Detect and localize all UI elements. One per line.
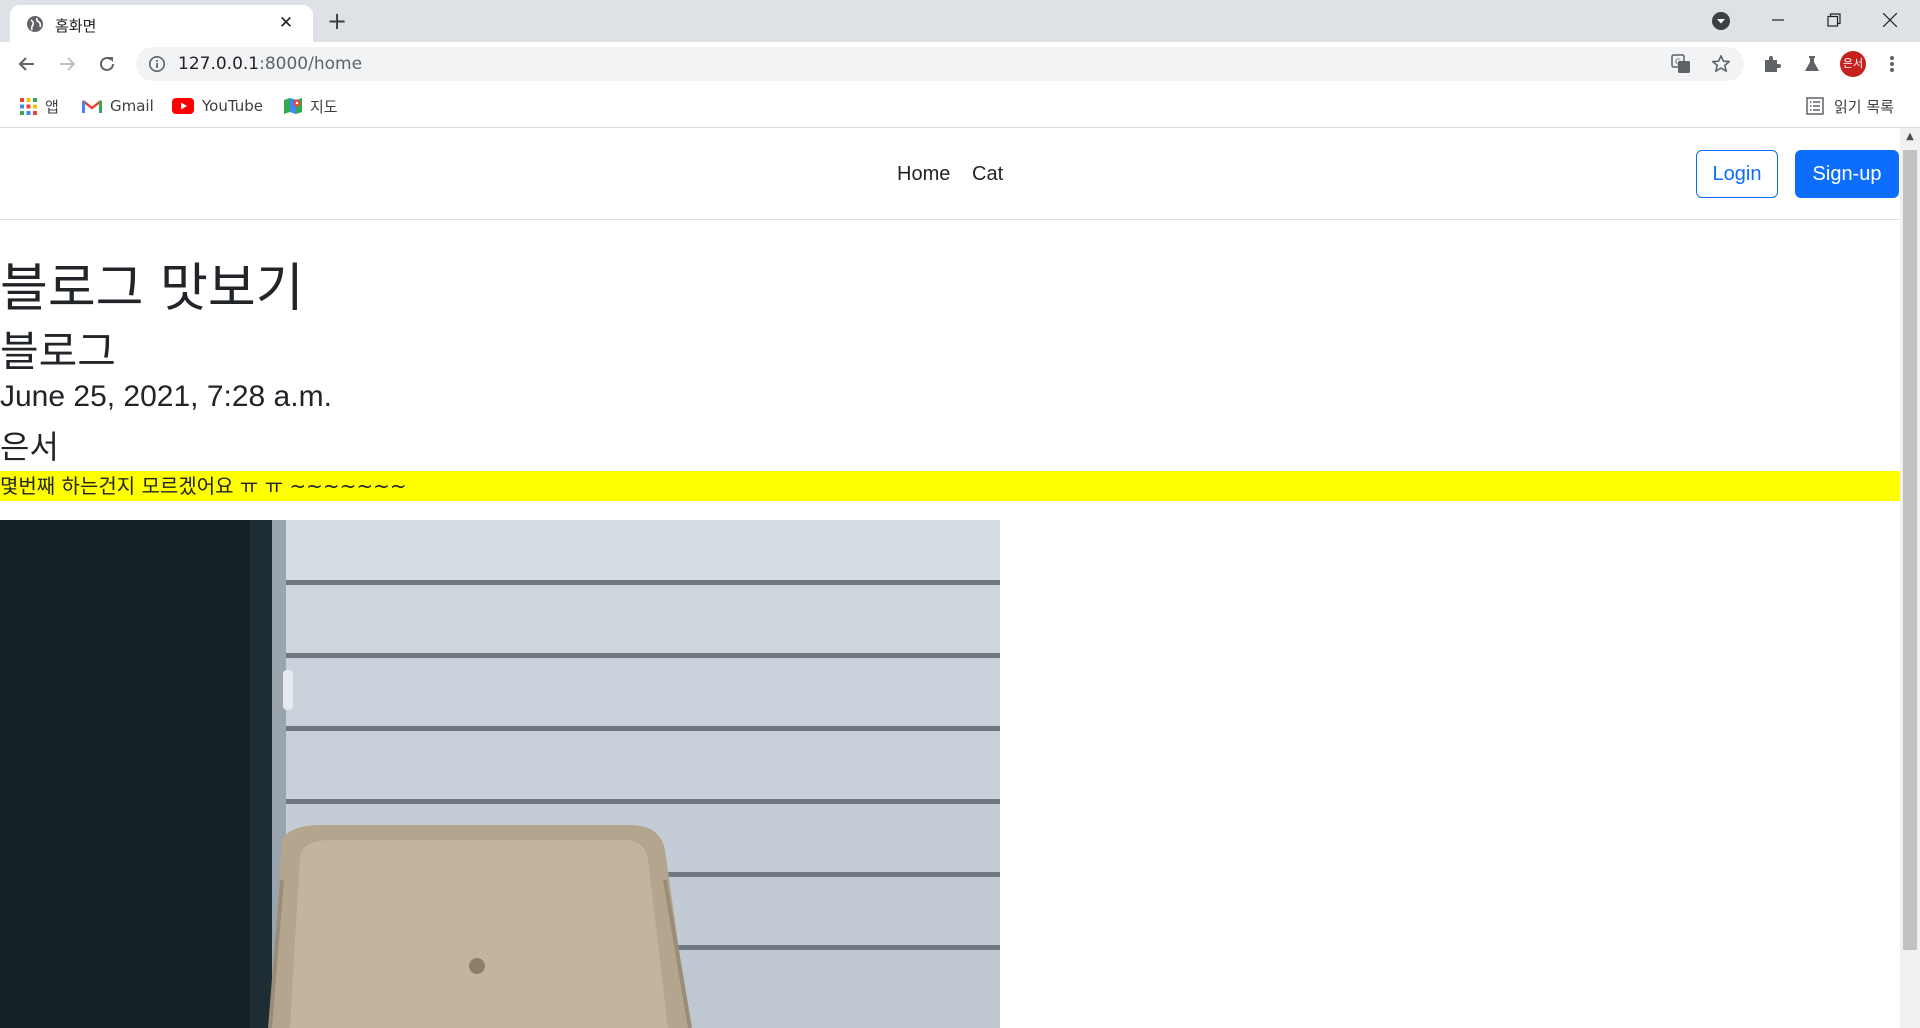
bookmark-label: 지도: [310, 97, 338, 116]
bookmark-maps[interactable]: 지도: [284, 95, 338, 117]
bookmarks-bar: 앱 Gmail YouTube 지도 읽기 목록: [0, 86, 1920, 128]
youtube-icon: [172, 98, 194, 114]
browser-toolbar: 127.0.0.1:8000/home G 은서: [0, 42, 1920, 86]
labs-button[interactable]: [1800, 52, 1824, 76]
site-info-icon[interactable]: [148, 55, 166, 73]
page-scrollbar[interactable]: ▲: [1900, 128, 1920, 1028]
nav-link-cat[interactable]: Cat: [972, 163, 1003, 186]
dark-wall: [0, 520, 255, 1028]
star-icon: [1712, 55, 1730, 72]
profile-avatar[interactable]: 은서: [1840, 51, 1866, 77]
tab-strip: 홈화면 ✕ +: [0, 0, 1920, 42]
tab-search-icon[interactable]: [1710, 10, 1732, 32]
tab-close-icon[interactable]: ✕: [276, 13, 296, 33]
new-tab-button[interactable]: +: [324, 9, 350, 35]
bookmark-label: YouTube: [202, 97, 263, 115]
restore-button[interactable]: [1806, 0, 1862, 40]
reading-list-button[interactable]: 읽기 목록: [1806, 95, 1894, 117]
bookmark-apps[interactable]: 앱: [20, 95, 59, 117]
globe-icon: [27, 16, 43, 32]
flask-icon: [1805, 56, 1819, 71]
svg-text:G: G: [1675, 58, 1681, 67]
reading-list-label: 읽기 목록: [1834, 97, 1894, 116]
post-title: 블로그: [0, 327, 116, 376]
post-date: June 25, 2021, 7:28 a.m.: [0, 380, 332, 413]
browser-tab[interactable]: 홈화면 ✕: [10, 5, 313, 42]
url-text[interactable]: 127.0.0.1:8000/home: [178, 54, 362, 74]
extensions-button[interactable]: [1760, 52, 1784, 76]
reading-list-icon: [1806, 97, 1824, 115]
page-viewport: Home Cat Login Sign-up 블로그 맛보기 블로그 June …: [0, 128, 1920, 1028]
reload-button[interactable]: [92, 49, 122, 79]
gmail-icon: [82, 99, 102, 113]
address-bar[interactable]: 127.0.0.1:8000/home G: [136, 47, 1744, 81]
scroll-up-arrow-icon[interactable]: ▲: [1900, 128, 1920, 146]
page-title: 블로그 맛보기: [0, 259, 304, 319]
menu-button[interactable]: [1880, 52, 1904, 76]
forward-button[interactable]: [52, 49, 82, 79]
translate-icon: G: [1671, 54, 1690, 73]
apps-grid-icon: [20, 97, 37, 115]
puzzle-icon: [1765, 56, 1781, 72]
minimize-button[interactable]: [1750, 0, 1806, 40]
back-button[interactable]: [12, 49, 42, 79]
signup-button[interactable]: Sign-up: [1795, 150, 1899, 198]
bookmark-youtube[interactable]: YouTube: [172, 95, 263, 117]
login-button[interactable]: Login: [1696, 150, 1778, 198]
restore-icon: [1827, 13, 1841, 27]
bookmark-star-button[interactable]: [1710, 53, 1732, 75]
url-path: :8000/home: [259, 54, 363, 74]
close-icon: [1883, 13, 1897, 27]
post-author: 은서: [0, 428, 59, 466]
url-host: 127.0.0.1: [178, 54, 260, 74]
scroll-thumb[interactable]: [1903, 150, 1917, 950]
site-navbar: Home Cat Login Sign-up: [0, 128, 1900, 220]
translate-button[interactable]: G: [1670, 53, 1692, 75]
bookmark-label: Gmail: [110, 97, 154, 115]
forward-arrow-icon: [60, 57, 76, 71]
armchair-photo: [0, 520, 1000, 1028]
reload-icon: [100, 56, 114, 71]
back-arrow-icon: [18, 57, 34, 71]
post-body: 몇번째 하는건지 모르겠어요 ㅠ ㅠ ~~~~~~~: [0, 471, 1900, 501]
maps-icon: [284, 98, 302, 114]
bookmark-gmail[interactable]: Gmail: [82, 95, 154, 117]
kebab-menu-icon: [1890, 56, 1894, 72]
bookmark-label: 앱: [45, 97, 59, 116]
armchair: [268, 825, 692, 1028]
minimize-icon: [1772, 19, 1784, 21]
close-window-button[interactable]: [1862, 0, 1918, 40]
tab-title: 홈화면: [55, 17, 97, 35]
nav-link-home[interactable]: Home: [897, 163, 950, 186]
